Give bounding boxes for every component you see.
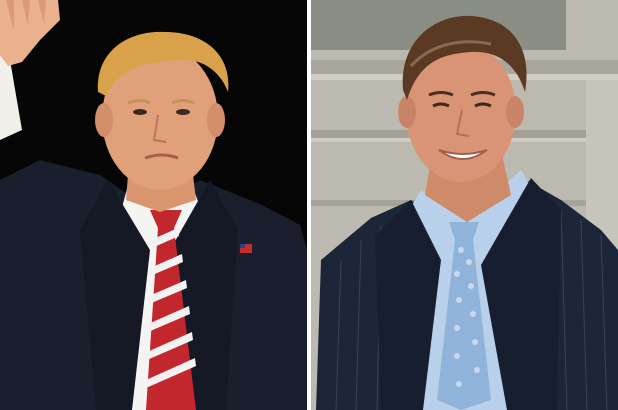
photo-diptych [0, 0, 618, 410]
right-portrait [311, 0, 618, 410]
left-photo-panel [0, 0, 307, 410]
left-portrait [0, 0, 307, 410]
right-photo-panel [311, 0, 618, 410]
